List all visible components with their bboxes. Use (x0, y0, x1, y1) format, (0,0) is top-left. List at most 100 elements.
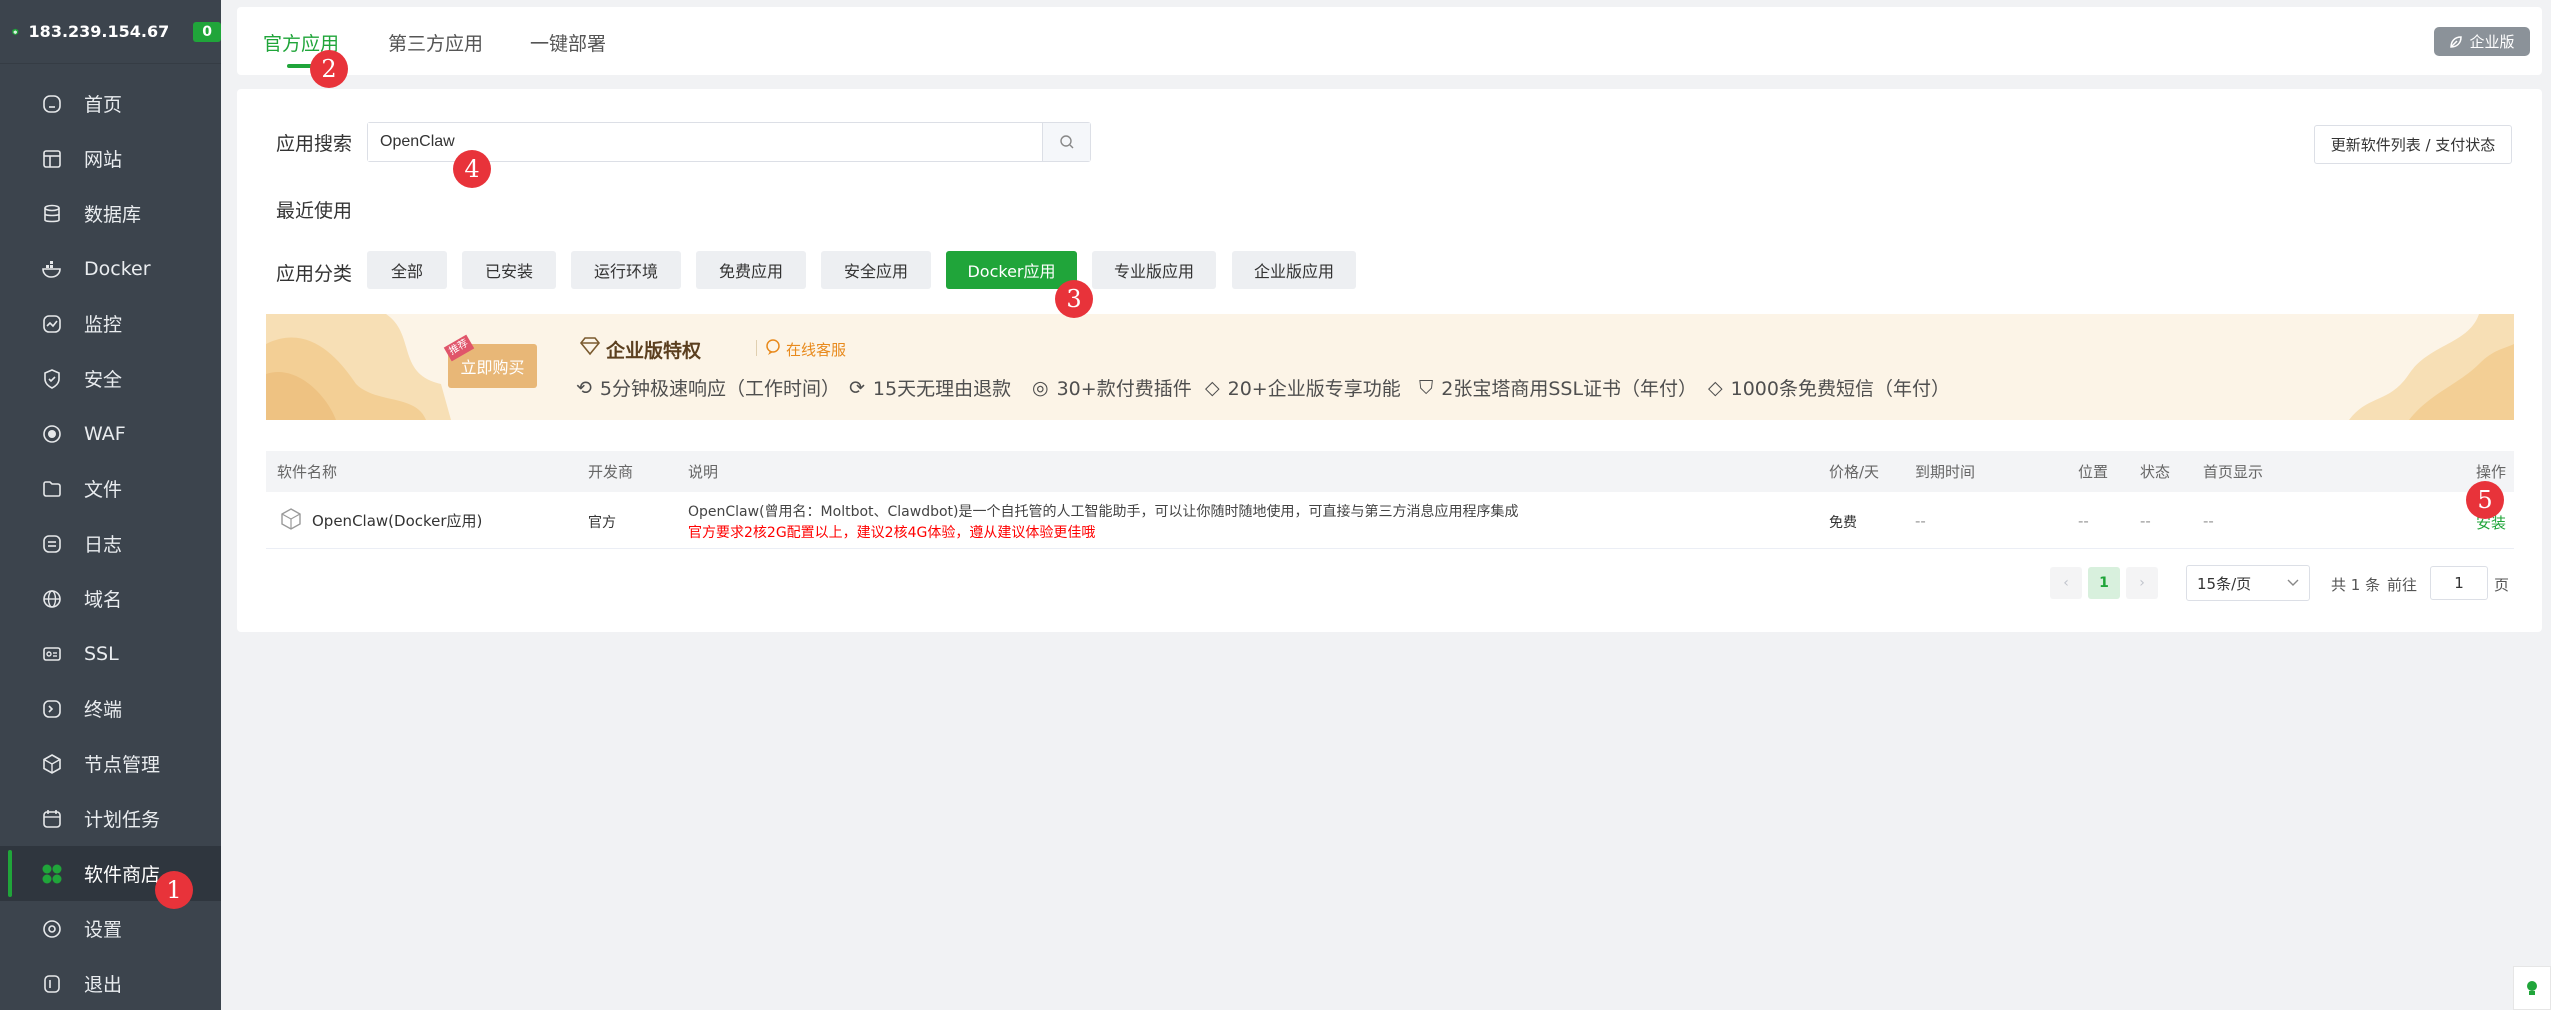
sidebar-item-label: 节点管理 (84, 754, 161, 776)
search-icon (1059, 135, 1073, 149)
next-page-button[interactable]: › (2126, 567, 2158, 599)
clock-icon: ⟲ (576, 376, 592, 399)
shield-icon (40, 367, 64, 391)
chevron-down-icon (2287, 579, 2299, 586)
app-store-panel: 应用搜索 更新软件列表 / 支付状态 最近使用 应用分类 全部 已安装 运行环境… (237, 89, 2542, 632)
sidebar-item-monitor[interactable]: 监控 (0, 296, 221, 351)
step-marker-2: 2 (310, 50, 348, 88)
sidebar-item-label: 安全 (84, 369, 123, 391)
recent-label: 最近使用 (276, 200, 353, 222)
enterprise-edition-button[interactable]: 企业版 (2434, 27, 2530, 56)
sidebar-item-database[interactable]: 数据库 (0, 186, 221, 241)
online-service-link[interactable]: 在线客服 (786, 339, 846, 360)
sidebar-item-home[interactable]: 首页 (0, 76, 221, 131)
feature-exclusive: ◇ 20+企业版专享功能 (1205, 374, 1401, 401)
page-size-select[interactable]: 15条/页 (2186, 565, 2310, 601)
sidebar-item-settings[interactable]: 设置 (0, 901, 221, 956)
enterprise-privilege-title: 企业版特权 (606, 340, 702, 362)
sidebar-item-waf[interactable]: WAF (0, 406, 221, 461)
category-enterprise[interactable]: 企业版应用 (1232, 251, 1356, 289)
category-free[interactable]: 免费应用 (696, 251, 806, 289)
goto-page-input[interactable]: 1 (2430, 566, 2488, 600)
tab-third-party-apps[interactable]: 第三方应用 (388, 29, 483, 56)
enterprise-button-label: 企业版 (2469, 33, 2515, 51)
website-icon (40, 147, 64, 171)
sidebar-item-terminal[interactable]: 终端 (0, 681, 221, 736)
sidebar-item-label: 日志 (84, 534, 123, 556)
sidebar-item-domain[interactable]: 域名 (0, 571, 221, 626)
sidebar-item-label: 设置 (84, 919, 123, 941)
feature-ssl: ⛉ 2张宝塔商用SSL证书（年付） (1419, 374, 1697, 401)
category-installed[interactable]: 已安装 (462, 251, 556, 289)
page-unit-label: 页 (2494, 576, 2510, 594)
globe-icon (40, 587, 64, 611)
feature-fast-response: ⟲ 5分钟极速响应（工作时间） (576, 374, 840, 401)
app-description: OpenClaw(曾用名：Moltbot、Clawdbot)是一个自托管的人工智… (688, 504, 1519, 520)
step-marker-4: 4 (453, 150, 491, 188)
log-icon (40, 532, 64, 556)
col-expire: 到期时间 (1915, 463, 1976, 481)
category-label: 应用分类 (276, 263, 353, 285)
app-developer: 官方 (588, 515, 616, 531)
app-location: -- (2078, 512, 2089, 530)
app-requirement-warning: 官方要求2核2G配置以上，建议2核4G体验，遵从建议体验更佳哦 (688, 525, 1096, 541)
helper-icon (2527, 981, 2537, 995)
settings-icon (40, 917, 64, 941)
col-action: 操作 (2475, 463, 2506, 481)
enterprise-promo-banner: 立即购买 推荐 企业版特权 在线客服 ⟲ 5分钟极速响应（工作时间） ⟳ 15天无理… (266, 314, 2514, 420)
category-security[interactable]: 安全应用 (821, 251, 931, 289)
sidebar-item-website[interactable]: 网站 (0, 131, 221, 186)
feature-refund: ⟳ 15天无理由退款 (849, 374, 1011, 401)
col-developer: 开发商 (588, 463, 634, 481)
sidebar-item-nodes[interactable]: 节点管理 (0, 736, 221, 791)
table-row: OpenClaw(Docker应用) 官方 OpenClaw(曾用名：Moltb… (266, 492, 2514, 549)
feature-sms: ◇ 1000条免费短信（年付） (1708, 374, 1950, 401)
category-pro[interactable]: 专业版应用 (1092, 251, 1216, 289)
tab-one-click-deploy[interactable]: 一键部署 (530, 29, 606, 56)
ssl-badge-icon: ⛉ (1419, 376, 1434, 399)
step-marker-1: 1 (155, 871, 193, 909)
feature-paid-plugins: ◎ 30+款付费插件 (1032, 374, 1192, 401)
sidebar-item-security[interactable]: 安全 (0, 351, 221, 406)
notification-badge[interactable]: 0 (193, 21, 221, 42)
col-price: 价格/天 (1829, 463, 1880, 481)
col-name: 软件名称 (277, 463, 338, 481)
prev-page-button[interactable]: ‹ (2050, 567, 2082, 599)
refund-icon: ⟳ (849, 376, 865, 399)
app-tabs-bar: 官方应用 第三方应用 一键部署 企业版 (237, 7, 2542, 75)
sidebar-item-files[interactable]: 文件 (0, 461, 221, 516)
floating-helper-widget[interactable] (2513, 966, 2551, 1010)
app-price: 免费 (1829, 515, 1857, 531)
app-homepage: -- (2203, 512, 2214, 530)
app-name[interactable]: OpenClaw(Docker应用) (312, 510, 482, 531)
category-docker[interactable]: Docker应用 (946, 251, 1077, 289)
sidebar-item-label: 退出 (84, 974, 123, 996)
sidebar-item-logout[interactable]: 退出 (0, 956, 221, 1010)
sidebar-item-docker[interactable]: Docker (0, 241, 221, 296)
refresh-software-list-button[interactable]: 更新软件列表 / 支付状态 (2314, 125, 2512, 164)
sidebar-item-label: 监控 (84, 314, 123, 336)
sidebar-item-label: Docker (84, 257, 151, 280)
search-button[interactable] (1042, 123, 1090, 161)
sidebar-item-cron[interactable]: 计划任务 (0, 791, 221, 846)
category-runtime[interactable]: 运行环境 (571, 251, 681, 289)
step-marker-5: 5 (2466, 481, 2504, 519)
folder-icon (40, 477, 64, 501)
page-1-button[interactable]: 1 (2088, 567, 2120, 599)
category-all[interactable]: 全部 (367, 251, 447, 289)
calendar-icon (40, 807, 64, 831)
search-label: 应用搜索 (276, 133, 353, 155)
server-ip[interactable]: 183.239.154.67 (29, 22, 170, 41)
page-size-value: 15条/页 (2197, 574, 2252, 593)
sidebar-item-ssl[interactable]: SSL (0, 626, 221, 681)
sidebar-item-label: 文件 (84, 479, 123, 501)
ssl-icon (40, 642, 64, 666)
sidebar-item-label: 数据库 (84, 204, 142, 226)
sidebar-item-label: SSL (84, 642, 119, 665)
waf-icon (40, 422, 64, 446)
sidebar-item-logs[interactable]: 日志 (0, 516, 221, 571)
home-icon (40, 92, 64, 116)
sidebar-item-label: WAF (84, 422, 126, 445)
sidebar-menu: 首页 网站 数据库 Docker 监控 安全 WAF 文件 日志 域名 SSL … (0, 64, 221, 1010)
banner-decoration-right (2349, 314, 2514, 420)
